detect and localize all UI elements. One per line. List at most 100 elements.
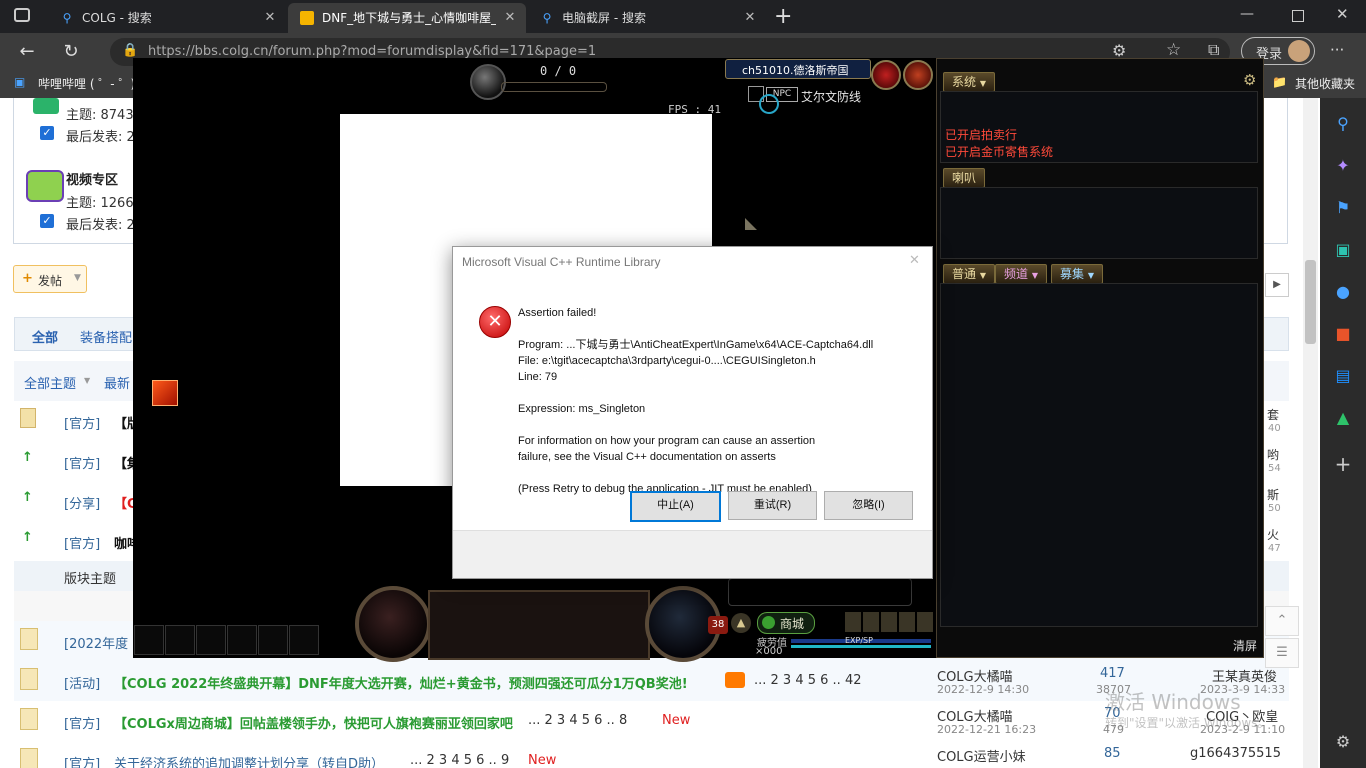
retry-button[interactable]: 重试(R)	[728, 491, 817, 520]
tab-colg-search[interactable]: ⚲ COLG - 搜索 ✕	[48, 3, 286, 33]
office-icon[interactable]: ■	[1331, 322, 1355, 346]
dialog-close-icon[interactable]: ✕	[909, 253, 920, 268]
tab-all[interactable]: 全部	[32, 327, 58, 346]
exp-bar	[791, 645, 931, 648]
minimize-icon[interactable]: —	[1240, 6, 1254, 22]
menu-icons[interactable]	[843, 612, 933, 632]
back-to-top-icon[interactable]: ⌃	[1265, 606, 1299, 636]
close-window-icon[interactable]: ✕	[1336, 5, 1349, 23]
thread-title[interactable]: [2022年度	[64, 633, 128, 652]
back-icon[interactable]: ←	[14, 39, 40, 65]
thread-title[interactable]: 【COLGx周边商城】回帖盖楼领手办，快把可人旗袍赛丽亚领回家吧	[114, 713, 513, 732]
dialog-footer	[453, 530, 932, 578]
page-scrollbar[interactable]	[1303, 98, 1318, 768]
close-icon[interactable]: ✕	[742, 3, 758, 33]
clear-screen-button[interactable]: 清屏	[1233, 637, 1257, 654]
games-icon[interactable]: ●	[1331, 280, 1355, 304]
favorites-icon[interactable]: ☆	[1166, 40, 1181, 60]
thread-title[interactable]: 【COLG 2022年终盛典开幕】DNF年度大选开赛，灿烂+黄金书，预测四强还可…	[114, 673, 688, 692]
windows-watermark: 激活 Windows	[1105, 690, 1241, 714]
thread-tag[interactable]: [官方]	[64, 533, 100, 552]
tab-recruit[interactable]: 募集 ▼	[1051, 264, 1103, 284]
cube-icon[interactable]	[152, 380, 178, 406]
thread-title[interactable]: 关于经济系统的追加调整计划分享（转自D助）	[114, 753, 384, 768]
dialog-title: Microsoft Visual C++ Runtime Library	[462, 255, 661, 269]
tools-icon[interactable]: ▣	[1331, 238, 1355, 262]
close-icon[interactable]: ✕	[502, 3, 518, 33]
tab-horn[interactable]: 喇叭	[943, 168, 986, 188]
checkbox-icon: ✓	[40, 214, 54, 228]
file-line: File: e:\tgit\acecaptcha\3rdparty\cegui-…	[518, 355, 816, 367]
tab-dnf-forum[interactable]: DNF_地下城与勇士_心情咖啡屋_ ✕	[288, 3, 526, 33]
dialog-message: Assertion failed! Program: ...下城与勇士\Anti…	[518, 305, 918, 497]
horn-chat-box[interactable]	[940, 187, 1258, 259]
last-user[interactable]: 火	[1267, 526, 1279, 543]
ignore-button[interactable]: 忽略(I)	[824, 491, 913, 520]
thread-pages[interactable]: ... 2 3 4 5 6 .. 9	[410, 753, 509, 768]
scrollbar-thumb[interactable]	[1305, 260, 1316, 344]
filter-all-topics[interactable]: 全部主题	[24, 373, 76, 392]
tab-actions-icon[interactable]	[14, 8, 30, 22]
search-icon[interactable]: ⚲	[1331, 112, 1355, 136]
last-user[interactable]: g1664375515	[1190, 746, 1281, 761]
sword-icon[interactable]	[903, 60, 933, 90]
tab-normal[interactable]: 普通 ▼	[943, 264, 995, 284]
board2-name[interactable]: 视频专区	[66, 169, 118, 188]
new-badge: New	[528, 753, 557, 768]
chevron-down-icon: ▼	[979, 79, 986, 88]
up-arrow-icon: ↑	[22, 530, 33, 545]
board1-count: 主题: 8743	[66, 108, 134, 123]
tv-icon	[26, 170, 64, 202]
thread-tag[interactable]: [活动]	[64, 673, 100, 692]
last-user[interactable]: 套	[1267, 406, 1279, 423]
tree-icon[interactable]: ▲	[1331, 406, 1355, 430]
bookmark-other-favorites[interactable]: 其他收藏夹	[1295, 75, 1355, 92]
collections-icon[interactable]: ⧉	[1208, 40, 1219, 60]
add-icon[interactable]: +	[1331, 452, 1355, 476]
up-arrow-icon: ↑	[22, 490, 33, 505]
thread-icon	[20, 668, 38, 690]
skull-icon[interactable]	[871, 60, 901, 90]
close-icon[interactable]: ✕	[262, 3, 278, 33]
tab-system[interactable]: 系统 ▼	[943, 72, 995, 92]
thread-pages[interactable]: ... 2 3 4 5 6 .. 42	[754, 673, 862, 688]
thread-tag[interactable]: [官方]	[64, 753, 100, 768]
last-user[interactable]: 斯	[1267, 486, 1279, 503]
new-post-button[interactable]: + 发帖 ▼	[13, 265, 87, 293]
last-user[interactable]: 哟	[1267, 446, 1279, 463]
copilot-icon[interactable]: ✦	[1331, 154, 1355, 178]
bell-icon[interactable]: ▲	[731, 613, 751, 633]
gear-icon[interactable]: ⚙	[1243, 71, 1256, 89]
abort-button[interactable]: 中止(A)	[630, 491, 721, 522]
filter-latest[interactable]: 最新	[104, 373, 130, 392]
chevron-down-icon: ▼	[74, 273, 81, 283]
new-tab-icon[interactable]: +	[774, 4, 794, 29]
quickslot-bar[interactable]	[134, 625, 320, 655]
thread-author[interactable]: COLG运营小妹	[937, 746, 1026, 765]
tab-equipment[interactable]: 装备搭配	[80, 327, 132, 346]
forum-icon	[300, 11, 314, 25]
normal-chat-box[interactable]	[940, 283, 1258, 627]
lock-icon[interactable]: 🔒	[122, 43, 138, 58]
next-page-icon[interactable]: ▶	[1265, 273, 1289, 297]
thread-icon	[20, 708, 38, 730]
more-menu-button[interactable]: ···	[1330, 41, 1344, 59]
thread-tag[interactable]: [官方]	[64, 413, 100, 432]
channel-box[interactable]: ch51010.德洛斯帝国	[725, 59, 871, 79]
outlook-icon[interactable]: ▤	[1331, 364, 1355, 388]
thread-tag[interactable]: [官方]	[64, 713, 100, 732]
tab-screenshot-search[interactable]: ⚲ 电脑截屏 - 搜索 ✕	[528, 3, 766, 33]
restore-icon[interactable]	[1292, 10, 1304, 22]
system-chat-box[interactable]: 已开启拍卖行 已开启金币寄售系统	[940, 91, 1258, 163]
list-view-icon[interactable]: ☰	[1265, 638, 1299, 668]
thread-pages[interactable]: ... 2 3 4 5 6 .. 8	[528, 713, 627, 728]
thread-tag[interactable]: [官方]	[64, 453, 100, 472]
tab-channel[interactable]: 频道 ▼	[995, 264, 1047, 284]
bookmark-bilibili[interactable]: 哔哩哔哩 ( ゜- ゜)つ	[38, 75, 147, 92]
chat-input-area[interactable]	[728, 578, 912, 606]
settings-icon[interactable]: ⚙	[1331, 730, 1355, 754]
tag-icon[interactable]: ⚑	[1331, 196, 1355, 220]
shop-button[interactable]: 商城	[757, 612, 815, 634]
refresh-icon[interactable]: ↻	[58, 39, 84, 65]
thread-tag[interactable]: [分享]	[64, 493, 100, 512]
